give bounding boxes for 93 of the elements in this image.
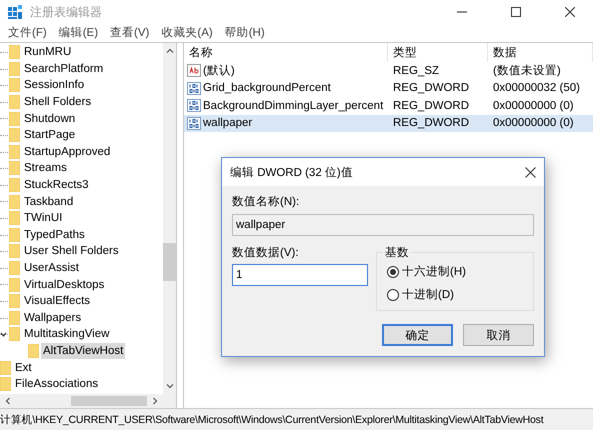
folder-icon <box>28 344 39 358</box>
value-data-cell-text: (数值未设置) <box>492 64 562 80</box>
tree-item[interactable]: FileAssociations <box>13 376 100 392</box>
horizontal-scrollbar[interactable] <box>0 394 163 408</box>
folder-icon <box>9 128 20 142</box>
tree-item[interactable]: StuckRects3 <box>22 177 91 194</box>
value-data-cell: 0x00000000 (0) <box>488 114 593 132</box>
registry-app-icon <box>8 5 22 19</box>
value-name-cell[interactable]: Grid_backgroundPercent <box>184 80 388 97</box>
folder-icon <box>0 360 11 375</box>
group-label: 基数 <box>384 246 410 260</box>
menu-item[interactable]: 帮助(H) <box>218 24 271 42</box>
status-path: 计算机\HKEY_CURRENT_USER\Software\Microsoft\Windows\CurrentVersion\Explorer\MultitaskingView\AltTabViewHost <box>0 412 544 426</box>
tree-item[interactable]: TypedPaths <box>22 226 87 243</box>
menu-item[interactable]: 查看(V) <box>104 24 156 42</box>
value-name: Grid_backgroundPercent <box>203 82 331 94</box>
value-name: BackgroundDimmingLayer_percent <box>203 100 384 112</box>
value-name: wallpaper <box>203 117 252 130</box>
column-header[interactable]: 类型 <box>388 43 488 62</box>
folder-icon <box>9 261 20 276</box>
scrollbar-thumb[interactable] <box>163 243 176 281</box>
radio-button[interactable] <box>387 288 399 300</box>
dialog-button[interactable]: 取消 <box>463 324 534 346</box>
value-name-cell[interactable]: wallpaper <box>184 114 388 132</box>
value-name-cell[interactable]: (默认) <box>184 62 388 80</box>
menu-item[interactable]: 收藏夹(A) <box>155 24 219 42</box>
tree-item[interactable]: Shutdown <box>22 110 78 127</box>
menu-item[interactable]: 编辑(E) <box>52 24 104 42</box>
folder-icon <box>9 161 20 176</box>
column-header[interactable]: 数据 <box>488 43 593 62</box>
dialog-button[interactable]: 确定 <box>382 324 453 346</box>
value-name-cell[interactable]: BackgroundDimmingLayer_percent <box>184 97 388 114</box>
tree-item[interactable]: UserAssist <box>22 260 81 276</box>
column-header[interactable]: 名称 <box>184 43 388 62</box>
folder-icon <box>9 194 20 209</box>
tree-item[interactable]: VirtualDesktops <box>22 276 106 293</box>
binary-value-icon <box>187 116 201 130</box>
field-label: 数值数据(V): <box>232 246 300 260</box>
tree-item[interactable]: VisualEffects <box>22 293 92 310</box>
radio-label: 十进制(D) <box>402 288 454 302</box>
folder-icon <box>9 178 20 192</box>
folder-icon <box>9 327 20 342</box>
value-data-cell-text: 0x00000000 (0) <box>492 98 575 114</box>
tree-item[interactable]: Wallpapers <box>22 310 84 326</box>
vertical-scrollbar[interactable] <box>163 43 176 394</box>
folder-icon <box>9 278 20 292</box>
tree-item[interactable]: StartupApproved <box>22 144 112 160</box>
folder-icon <box>9 211 20 226</box>
menu-item[interactable]: 文件(F) <box>2 24 53 42</box>
binary-value-icon <box>187 99 201 112</box>
tree-item[interactable]: RunMRU <box>22 44 74 60</box>
value-type-cell-text: REG_DWORD <box>392 81 470 96</box>
folder-icon <box>9 144 20 159</box>
value-data-field[interactable]: 1 <box>232 264 368 286</box>
folder-icon <box>9 62 20 76</box>
folder-icon <box>9 112 20 126</box>
tree-item[interactable]: Taskband <box>22 194 76 210</box>
folder-icon <box>9 45 20 60</box>
folder-icon <box>9 78 20 92</box>
folder-icon <box>9 244 20 258</box>
string-value-icon <box>187 64 201 78</box>
tree-item[interactable]: Streams <box>22 160 69 176</box>
value-name-field[interactable]: wallpaper <box>232 214 534 236</box>
tree-item[interactable]: StartPage <box>22 127 78 144</box>
radio-label: 十六进制(H) <box>402 264 466 279</box>
window-title: 注册表编辑器 <box>30 4 103 20</box>
field-label: 数值名称(N): <box>232 194 300 209</box>
tree-item[interactable]: SessionInfo <box>22 77 86 94</box>
folder-icon <box>9 294 20 308</box>
value-name: (默认) <box>203 64 235 78</box>
value-type-cell-text: REG_DWORD <box>392 98 470 114</box>
tree-item[interactable]: TWinUI <box>22 210 64 226</box>
folder-icon <box>9 310 20 325</box>
chevron-down-icon[interactable] <box>0 331 7 338</box>
value-type-cell-text: REG_SZ <box>392 64 440 79</box>
binary-value-icon <box>187 82 201 95</box>
dialog-title: 编辑 DWORD (32 位)值 <box>230 166 353 180</box>
tree-item[interactable]: Shell Folders <box>22 94 94 110</box>
scrollbar-thumb[interactable] <box>71 396 147 406</box>
maximize-icon[interactable] <box>511 7 521 17</box>
radio-button[interactable] <box>387 266 399 278</box>
folder-icon <box>9 228 20 242</box>
tree-item[interactable]: AltTabViewHost <box>41 342 126 359</box>
tree-item[interactable]: Ext <box>13 360 34 376</box>
value-type-cell: REG_DWORD <box>388 114 488 132</box>
close-icon[interactable] <box>525 166 536 178</box>
close-icon[interactable] <box>565 7 575 17</box>
folder-icon <box>9 95 20 110</box>
folder-icon <box>0 377 11 392</box>
tree-item[interactable]: User Shell Folders <box>22 243 121 260</box>
tree-item[interactable]: SearchPlatform <box>22 60 106 77</box>
value-data-cell-text: 0x00000032 (50) <box>492 81 581 96</box>
tree-item[interactable]: MultitaskingView <box>22 326 112 342</box>
